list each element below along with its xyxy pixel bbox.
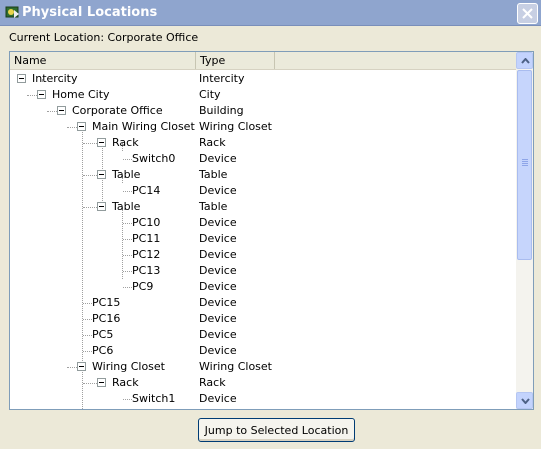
column-header: Name Type [10, 52, 517, 70]
tree-row[interactable]: Intercity Intercity [10, 71, 517, 87]
node-type: Device [199, 296, 237, 309]
node-type: Rack [199, 136, 226, 149]
node-name: PC14 [132, 184, 161, 197]
collapse-icon[interactable] [97, 138, 106, 147]
tree-row[interactable]: PC5 Device [10, 327, 517, 343]
tree-row[interactable]: Rack Rack [10, 375, 517, 391]
collapse-icon[interactable] [77, 122, 86, 131]
node-type: Table [199, 168, 228, 181]
node-name: Intercity [32, 72, 78, 85]
node-type: Device [199, 216, 237, 229]
node-type: Building [199, 104, 244, 117]
node-name: Home City [52, 88, 110, 101]
node-name: Main Wiring Closet [92, 120, 195, 133]
node-type: Device [199, 152, 237, 165]
node-name: PC5 [92, 328, 114, 341]
node-type: Device [199, 264, 237, 277]
collapse-icon[interactable] [57, 106, 66, 115]
app-icon [5, 6, 19, 18]
column-header-name[interactable]: Name [10, 52, 196, 69]
node-name: PC16 [92, 312, 121, 325]
node-name: Wiring Closet [92, 360, 165, 373]
node-type: Device [199, 344, 237, 357]
node-name: PC6 [92, 344, 114, 357]
node-name: PC13 [132, 264, 161, 277]
chevron-up-icon [521, 58, 530, 64]
node-type: Wiring Closet [199, 120, 272, 133]
scroll-thumb[interactable] [517, 70, 532, 260]
node-type: Device [199, 248, 237, 261]
tree-row[interactable]: PC10 Device [10, 215, 517, 231]
title-bar[interactable]: Physical Locations [0, 0, 541, 26]
node-name: Rack [112, 136, 139, 149]
tree-rows: Intercity Intercity Home City City Corpo… [10, 71, 517, 409]
tree-row[interactable]: PC13 Device [10, 263, 517, 279]
tree-row[interactable]: Table Table [10, 199, 517, 215]
node-name: PC10 [132, 216, 161, 229]
collapse-icon[interactable] [97, 170, 106, 179]
node-type: Intercity [199, 72, 245, 85]
column-header-type[interactable]: Type [196, 52, 275, 69]
jump-to-selected-location-button[interactable]: Jump to Selected Location [198, 418, 355, 442]
tree-row[interactable]: Rack Rack [10, 135, 517, 151]
vertical-scrollbar[interactable] [516, 52, 533, 409]
node-name: Table [112, 168, 141, 181]
node-name: Switch1 [132, 392, 176, 405]
node-type: Device [199, 392, 237, 405]
node-type: Device [199, 312, 237, 325]
node-name: PC9 [132, 280, 154, 293]
tree-row[interactable]: PC11 Device [10, 231, 517, 247]
scroll-down-button[interactable] [516, 392, 533, 409]
tree-row[interactable]: PC14 Device [10, 183, 517, 199]
node-name: PC15 [92, 296, 121, 309]
collapse-icon[interactable] [97, 202, 106, 211]
node-type: Device [199, 232, 237, 245]
node-type: Wiring Closet [199, 360, 272, 373]
node-name: Table [112, 200, 141, 213]
node-name: Rack [112, 376, 139, 389]
tree-row[interactable]: Switch1 Device [10, 391, 517, 407]
node-name: Corporate Office [72, 104, 163, 117]
chevron-down-icon [521, 398, 530, 404]
node-name: Switch0 [132, 152, 176, 165]
node-type: Device [199, 328, 237, 341]
collapse-icon[interactable] [37, 90, 46, 99]
tree-row[interactable]: PC12 Device [10, 247, 517, 263]
node-type: Table [199, 200, 228, 213]
window-title: Physical Locations [22, 5, 158, 20]
location-tree[interactable]: Name Type Intercity Intercity Home City … [9, 51, 534, 410]
collapse-icon[interactable] [77, 362, 86, 371]
node-type: Rack [199, 376, 226, 389]
node-name: PC11 [132, 232, 161, 245]
scroll-up-button[interactable] [516, 52, 533, 69]
tree-row[interactable]: Switch0 Device [10, 151, 517, 167]
tree-row[interactable]: PC6 Device [10, 343, 517, 359]
node-name: PC12 [132, 248, 161, 261]
tree-row[interactable]: Main Wiring Closet Wiring Closet [10, 119, 517, 135]
tree-row[interactable]: PC9 Device [10, 279, 517, 295]
collapse-icon[interactable] [17, 74, 26, 83]
tree-row[interactable]: PC16 Device [10, 311, 517, 327]
close-button[interactable] [517, 3, 538, 24]
node-type: Device [199, 280, 237, 293]
tree-row[interactable]: Corporate Office Building [10, 103, 517, 119]
tree-row[interactable]: PC15 Device [10, 295, 517, 311]
close-icon [522, 8, 533, 19]
node-type: Device [199, 184, 237, 197]
tree-row[interactable]: Table Table [10, 167, 517, 183]
collapse-icon[interactable] [97, 378, 106, 387]
tree-row[interactable]: Home City City [10, 87, 517, 103]
tree-row[interactable]: Wiring Closet Wiring Closet [10, 359, 517, 375]
node-type: City [199, 88, 221, 101]
current-location-label: Current Location: Corporate Office [9, 31, 199, 44]
